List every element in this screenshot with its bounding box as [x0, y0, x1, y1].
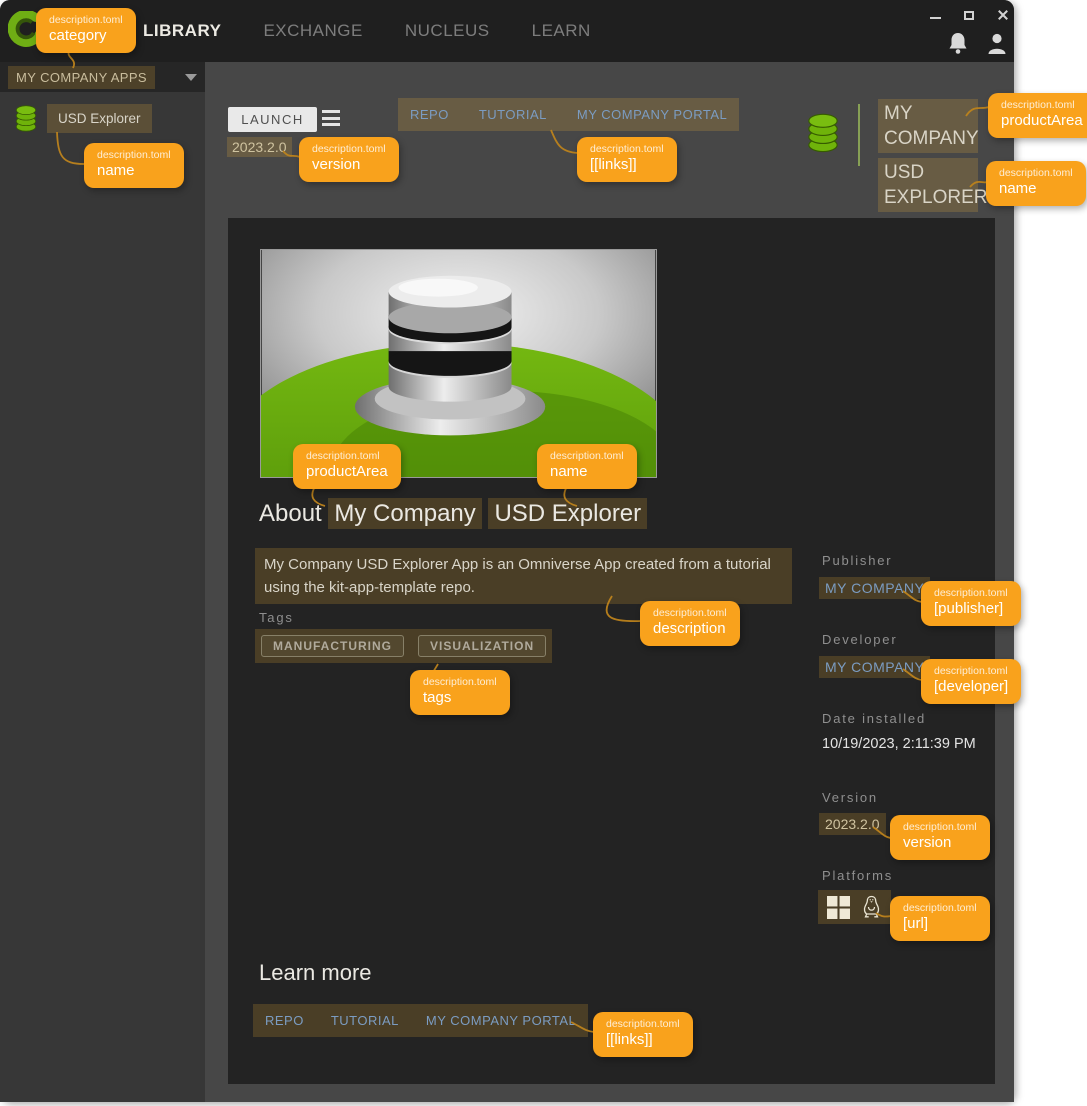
publisher-label: Publisher [822, 553, 893, 568]
tag-visualization[interactable]: VISUALIZATION [418, 635, 547, 657]
nav-tab-exchange[interactable]: EXCHANGE [263, 21, 362, 41]
annotation-callout-product-area-header: description.toml productArea [988, 93, 1087, 138]
close-icon[interactable] [996, 8, 1010, 22]
date-installed-value: 10/19/2023, 2:11:39 PM [822, 736, 976, 752]
annotation-callout-version: description.toml version [890, 815, 990, 860]
link-tutorial[interactable]: TUTORIAL [479, 107, 547, 122]
annotation-callout-product-area-image: description.toml productArea [293, 444, 401, 489]
nav-tab-learn[interactable]: LEARN [532, 21, 591, 41]
about-heading-prefix: About [259, 500, 322, 527]
annotation-callout-links-header: description.toml [[links]] [577, 137, 677, 182]
learn-more-links: REPO TUTORIAL MY COMPANY PORTAL [253, 1004, 589, 1037]
annotation-callout-description: description.toml description [640, 601, 740, 646]
annotation-callout-name-sidebar: description.toml name [84, 143, 184, 188]
window-controls [928, 8, 1010, 22]
link-my-company-portal[interactable]: MY COMPANY PORTAL [426, 1013, 576, 1028]
nav-tab-nucleus[interactable]: NUCLEUS [405, 21, 490, 41]
annotation-callout-tags: description.toml tags [410, 670, 510, 715]
version-label: Version [822, 790, 878, 805]
link-repo[interactable]: REPO [410, 107, 449, 122]
annotation-callout-links-bottom: description.toml [[links]] [593, 1012, 693, 1057]
menu-hamburger-icon[interactable] [322, 110, 342, 126]
annotation-callout-version-header: description.toml version [299, 137, 399, 182]
annotation-callout-name-header: description.toml name [986, 161, 1086, 206]
maximize-icon[interactable] [962, 8, 976, 22]
collection-dropdown[interactable]: MY COMPANY APPS [0, 62, 205, 92]
publisher-link[interactable]: MY COMPANY [819, 577, 931, 599]
page: LIBRARY EXCHANGE NUCLEUS LEARN MY COMPAN… [0, 0, 1087, 1106]
annotation-callout-url: description.toml [url] [890, 896, 990, 941]
minimize-icon[interactable] [928, 8, 942, 22]
launch-button[interactable]: LAUNCH [228, 107, 317, 132]
tags-label: Tags [259, 610, 294, 625]
annotation-callout-category: description.toml category [36, 8, 136, 53]
tags-row: MANUFACTURING VISUALIZATION [255, 629, 553, 663]
database-icon [808, 113, 838, 153]
platforms-label: Platforms [822, 868, 894, 883]
app-title: MY COMPANY USD EXPLORER [878, 99, 987, 217]
developer-label: Developer [822, 632, 898, 647]
link-my-company-portal[interactable]: MY COMPANY PORTAL [577, 107, 727, 122]
about-heading: About My Company USD Explorer [259, 498, 648, 529]
top-nav: LIBRARY EXCHANGE NUCLEUS LEARN [143, 0, 591, 62]
app-description: My Company USD Explorer App is an Omnive… [255, 548, 792, 604]
app-title-product-area: MY COMPANY [878, 99, 979, 153]
header-version: 2023.2.0 [227, 137, 292, 157]
link-tutorial[interactable]: TUTORIAL [331, 1013, 399, 1028]
about-heading-name: USD Explorer [488, 498, 648, 529]
app-title-name: USD EXPLORER [878, 158, 987, 212]
developer-link[interactable]: MY COMPANY [819, 656, 931, 678]
platforms-row [818, 890, 891, 924]
sidebar-item-usd-explorer[interactable]: USD Explorer [14, 104, 152, 133]
sidebar-item-label: USD Explorer [47, 104, 152, 133]
annotation-callout-publisher: description.toml [publisher] [921, 581, 1021, 626]
header-divider [858, 104, 860, 166]
annotation-callout-name-image: description.toml name [537, 444, 637, 489]
tag-manufacturing[interactable]: MANUFACTURING [261, 635, 404, 657]
learn-more-heading: Learn more [259, 960, 372, 985]
titlebar-icons [946, 31, 1008, 57]
link-repo[interactable]: REPO [265, 1013, 304, 1028]
collection-label: MY COMPANY APPS [8, 65, 155, 89]
chevron-down-icon [185, 74, 197, 81]
nav-tab-library[interactable]: LIBRARY [143, 21, 221, 41]
sidebar [0, 92, 205, 1102]
database-icon [15, 105, 37, 132]
windows-platform-icon [827, 895, 850, 919]
version-value: 2023.2.0 [819, 813, 886, 835]
annotation-callout-developer: description.toml [developer] [921, 659, 1022, 704]
linux-platform-icon [863, 895, 880, 918]
header-links: REPO TUTORIAL MY COMPANY PORTAL [398, 98, 740, 131]
user-account-icon[interactable] [986, 32, 1008, 56]
notifications-bell-icon[interactable] [946, 31, 970, 57]
about-heading-product-area: My Company [328, 498, 482, 529]
date-installed-label: Date installed [822, 711, 926, 726]
